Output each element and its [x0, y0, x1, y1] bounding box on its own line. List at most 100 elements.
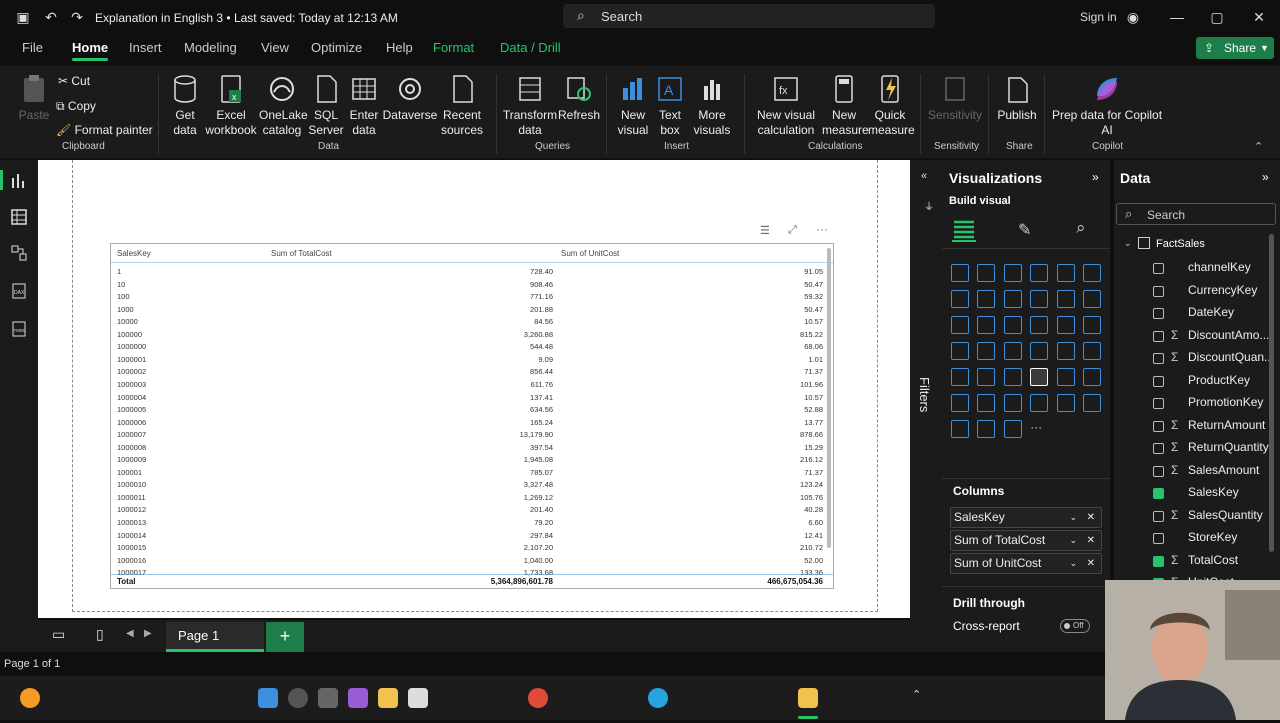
power-bi-icon[interactable] — [798, 688, 818, 708]
text-box-button[interactable]: A Text box — [654, 74, 686, 138]
collapse-right-icon[interactable]: » — [1092, 170, 1099, 184]
previous-page-icon[interactable]: ◀ — [126, 628, 134, 639]
qa-icon[interactable] — [1030, 394, 1049, 412]
enter-data-button[interactable]: Enter data — [346, 74, 382, 138]
decomposition-tree-icon[interactable] — [1003, 394, 1022, 412]
table-row[interactable]: 1000014 297.84 12.41 — [117, 529, 823, 542]
report-view-icon[interactable] — [10, 172, 28, 190]
pie-chart-icon[interactable] — [1030, 316, 1049, 334]
start-icon[interactable] — [258, 688, 278, 708]
chevron-down-icon[interactable]: ⌄ — [1124, 238, 1132, 249]
field-checkbox[interactable] — [1153, 465, 1164, 477]
table-row[interactable]: 1000010 3,327.48 123.24 — [117, 478, 823, 491]
sensitivity-button[interactable]: Sensitivity — [926, 74, 984, 123]
line-chart-icon[interactable] — [951, 290, 969, 308]
100-column-chart-icon[interactable] — [1083, 264, 1101, 282]
field-checkbox[interactable] — [1153, 555, 1164, 567]
menu-file[interactable]: File — [22, 40, 43, 55]
show-hidden-icons-icon[interactable]: ⌃ — [912, 688, 932, 708]
copy-button[interactable]: ⧉ Copy — [56, 99, 96, 114]
field-checkbox[interactable] — [1153, 353, 1164, 364]
table-row[interactable]: 1000006 165.24 13.77 — [117, 416, 823, 429]
menu-optimize[interactable]: Optimize — [311, 40, 362, 55]
field-checkbox[interactable] — [1153, 398, 1164, 409]
stacked-bar-chart-icon[interactable] — [951, 264, 969, 282]
next-page-icon[interactable]: ▶ — [144, 628, 152, 639]
gauge-icon[interactable] — [1056, 342, 1075, 360]
format-painter-button[interactable]: 🖌 Format painter — [56, 123, 153, 138]
user-avatar-icon[interactable]: ◉ — [1124, 8, 1142, 26]
table-scrollbar[interactable] — [827, 248, 831, 548]
table-row[interactable]: 100000 3,260.88 815.22 — [117, 328, 823, 341]
table-row[interactable]: 1000000 544.48 68.06 — [117, 340, 823, 353]
python-visual-icon[interactable] — [951, 394, 969, 412]
maximize-icon[interactable]: ▢ — [1208, 8, 1226, 26]
table-row[interactable]: 10000 84.56 10.57 — [117, 315, 823, 328]
header-sum-unitcost[interactable]: Sum of UnitCost — [561, 249, 619, 258]
new-visual-button[interactable]: New visual — [614, 74, 652, 138]
field-checkbox[interactable] — [1153, 308, 1164, 319]
stacked-area-chart-icon[interactable] — [1003, 290, 1022, 308]
table-row[interactable]: 1000005 634.56 52.88 — [117, 403, 823, 416]
cross-report-toggle[interactable]: Off — [1060, 619, 1090, 633]
multi-row-card-icon[interactable] — [951, 368, 969, 386]
menu-format[interactable]: Format — [433, 40, 474, 55]
header-sum-totalcost[interactable]: Sum of TotalCost — [271, 249, 332, 258]
menu-view[interactable]: View — [261, 40, 289, 55]
chrome-icon[interactable] — [528, 688, 548, 708]
table-row[interactable]: 1000001 9.09 1.01 — [117, 353, 823, 366]
table-row[interactable]: 100 771.16 59.32 — [117, 290, 823, 303]
table-row[interactable]: 1000011 1,269.12 105.76 — [117, 491, 823, 504]
focus-mode-icon[interactable]: ⤢ — [788, 224, 797, 237]
line-column-chart-icon[interactable] — [1056, 290, 1075, 308]
new-visual-calculation-button[interactable]: fx New visual calculation — [752, 74, 820, 138]
narrative-icon[interactable] — [1056, 394, 1075, 412]
table-row[interactable]: 100001 785.07 71.37 — [117, 466, 823, 479]
matrix-icon[interactable] — [1056, 368, 1075, 386]
data-scrollbar[interactable] — [1269, 234, 1274, 552]
r-visual-icon[interactable] — [1083, 368, 1101, 386]
table-row[interactable]: 1000012 201.40 40.28 — [117, 503, 823, 516]
menu-data-drill[interactable]: Data / Drill — [500, 40, 561, 55]
analytics-tab-icon[interactable]: ⌕ — [1076, 218, 1086, 238]
shape-map-icon[interactable] — [1003, 342, 1022, 360]
table-row[interactable]: 1000 201.88 50.47 — [117, 303, 823, 316]
column-well-totalcost[interactable]: Sum of TotalCost ⌄ ✕ — [950, 530, 1102, 551]
recent-sources-button[interactable]: Recent sources — [436, 74, 488, 138]
quick-measure-button[interactable]: Quick measure — [868, 74, 915, 138]
more-visuals-ellipsis-icon[interactable]: ··· — [1030, 420, 1048, 438]
menu-modeling[interactable]: Modeling — [184, 40, 237, 55]
store-icon[interactable] — [408, 688, 428, 708]
global-search-box[interactable]: ⌕ Search — [563, 4, 935, 28]
add-page-button[interactable]: + — [266, 622, 304, 652]
dax-query-view-icon[interactable]: DAX — [10, 282, 28, 300]
excel-workbook-button[interactable]: x Excel workbook — [205, 74, 257, 138]
mobile-layout-icon[interactable]: ▯ — [96, 626, 104, 643]
field-checkbox[interactable] — [1153, 420, 1164, 432]
menu-insert[interactable]: Insert — [129, 40, 162, 55]
table-row[interactable]: 1000002 856.44 71.37 — [117, 365, 823, 378]
field-checkbox[interactable] — [1153, 285, 1164, 297]
chevron-down-icon[interactable]: ⌄ — [1069, 531, 1077, 550]
power-automate-icon[interactable] — [1003, 420, 1022, 438]
waterfall-chart-icon[interactable] — [1083, 290, 1101, 308]
paginated-report-icon[interactable] — [1083, 394, 1101, 412]
goals-icon[interactable] — [951, 420, 969, 438]
field-checkbox[interactable] — [1153, 533, 1164, 544]
more-visuals-button[interactable]: More visuals — [688, 74, 736, 138]
publish-button[interactable]: Publish — [996, 74, 1038, 123]
table-row[interactable]: 1000004 137.41 10.57 — [117, 391, 823, 404]
get-data-button[interactable]: Get data — [165, 74, 205, 138]
slicer-icon[interactable] — [1003, 368, 1022, 386]
copilot-app-icon[interactable] — [348, 688, 368, 708]
remove-field-icon[interactable]: ✕ — [1087, 508, 1095, 527]
cut-button[interactable]: ✂ Cut — [58, 74, 90, 89]
paste-button[interactable]: Paste — [14, 74, 54, 123]
onelake-catalog-button[interactable]: OneLake catalog — [259, 74, 308, 138]
field-checkbox[interactable] — [1153, 375, 1164, 387]
prep-data-copilot-button[interactable]: Prep data for Copilot AI — [1050, 74, 1164, 138]
azure-map-icon[interactable] — [1030, 342, 1049, 360]
collapse-right-icon[interactable]: » — [1262, 170, 1269, 184]
scatter-chart-icon[interactable] — [1003, 316, 1022, 334]
edge-icon[interactable] — [648, 688, 668, 708]
